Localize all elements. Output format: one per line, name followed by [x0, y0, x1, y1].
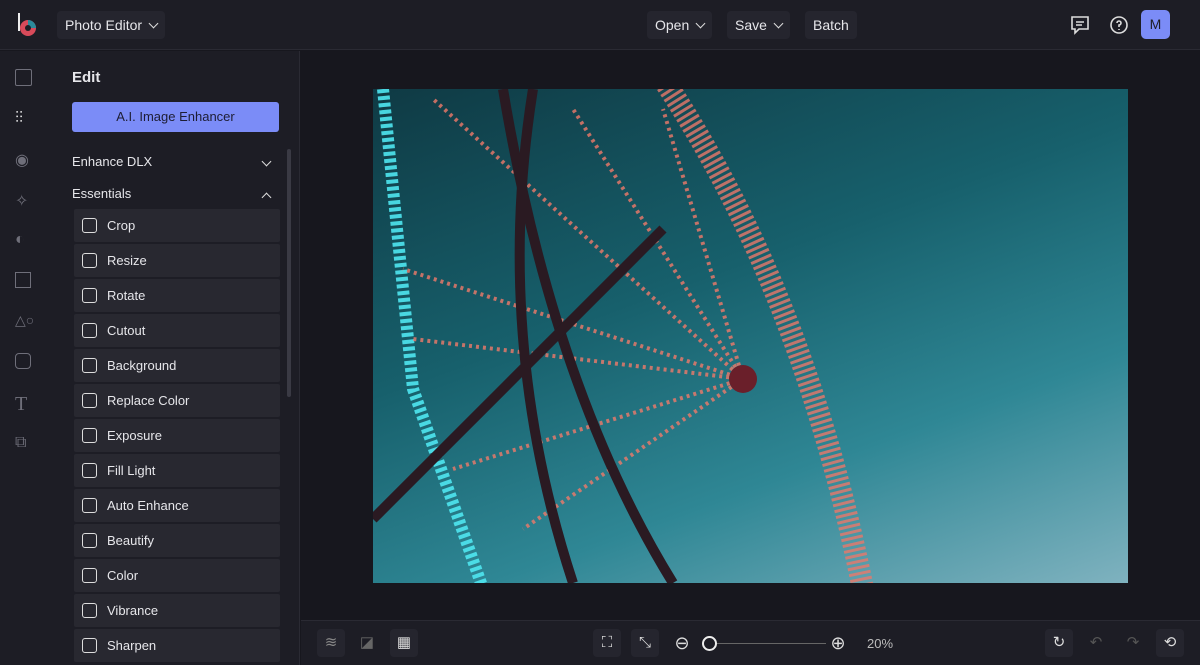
tool-item-auto-enhance[interactable]: Auto Enhance [74, 489, 280, 522]
zoom-in-icon[interactable]: ⊕ [824, 629, 852, 657]
ferris-wheel-photo [373, 89, 873, 583]
top-bar: Photo Editor Open Save Batch M [0, 0, 1200, 50]
tool-item-label: Replace Color [107, 393, 190, 408]
tool-item-label: Exposure [107, 428, 162, 443]
crop-icon [82, 218, 97, 233]
exposure-icon [82, 428, 97, 443]
app-menu-label: Photo Editor [65, 17, 143, 33]
image-icon[interactable] [15, 69, 32, 86]
app-menu-button[interactable]: Photo Editor [57, 11, 166, 39]
tool-item-label: Fill Light [107, 463, 156, 478]
bottom-toolbar: ≋ ◪ ▦ ⛶ ⤡ ⊖ ⊕ 20% ↻ ↶ ↷ ⟲ [301, 620, 1200, 665]
text-icon[interactable]: T [15, 393, 35, 415]
zoom-slider-handle[interactable] [702, 636, 717, 651]
panel-title: Edit [72, 69, 101, 86]
section-essentials[interactable]: Essentials [72, 186, 272, 203]
fit-screen-icon[interactable]: ⛶ [593, 629, 621, 657]
background-icon [82, 358, 97, 373]
vibrance-icon [82, 603, 97, 618]
help-icon[interactable] [1107, 13, 1131, 37]
panel-scrollbar[interactable] [287, 149, 291, 397]
tool-item-beautify[interactable]: Beautify [74, 524, 280, 557]
section-enhance-dlx[interactable]: Enhance DLX [72, 154, 272, 169]
auto-enhance-icon [82, 498, 97, 513]
zoom-out-icon[interactable]: ⊖ [668, 629, 696, 657]
grid-icon[interactable]: ▦ [390, 629, 418, 657]
tool-item-label: Beautify [107, 533, 154, 548]
history-icon[interactable]: ⟲ [1156, 629, 1184, 657]
rotate-icon [82, 288, 97, 303]
comment-icon[interactable] [1068, 13, 1092, 37]
chevron-down-icon [148, 18, 159, 29]
tool-item-label: Sharpen [107, 638, 157, 653]
open-label: Open [655, 17, 690, 33]
tool-item-label: Background [107, 358, 177, 373]
save-label: Save [735, 17, 767, 33]
actual-size-icon[interactable]: ⤡ [631, 629, 659, 657]
compare-icon[interactable]: ◪ [353, 629, 381, 657]
tool-item-rotate[interactable]: Rotate [74, 279, 280, 312]
refresh-icon[interactable]: ↻ [1045, 629, 1073, 657]
section-label: Enhance DLX [72, 154, 153, 169]
batch-button[interactable]: Batch [805, 11, 857, 39]
tool-item-label: Auto Enhance [107, 498, 189, 513]
avatar[interactable]: M [1141, 10, 1170, 39]
edit-panel: Edit A.I. Image Enhancer Enhance DLX Ess… [50, 51, 300, 665]
tool-item-fill-light[interactable]: Fill Light [74, 454, 280, 487]
tool-item-label: Cutout [107, 323, 146, 338]
fill-light-icon [82, 463, 97, 478]
redo-icon[interactable]: ↷ [1119, 629, 1147, 657]
section-label: Essentials [72, 186, 132, 201]
palette-icon[interactable]: ◐ [15, 231, 35, 251]
eye-icon[interactable]: ◉ [15, 150, 35, 170]
chevron-up-icon [261, 192, 272, 203]
tool-item-exposure[interactable]: Exposure [74, 419, 280, 452]
tool-item-label: Rotate [107, 288, 146, 303]
tool-item-sharpen[interactable]: Sharpen [74, 629, 280, 662]
replace-color-icon [82, 393, 97, 408]
chevron-down-icon [773, 18, 784, 29]
chevron-down-icon [695, 18, 706, 29]
photo-canvas[interactable] [373, 89, 1128, 583]
tool-item-crop[interactable]: Crop [74, 209, 280, 242]
overlay-icon[interactable] [15, 353, 31, 369]
open-button[interactable]: Open [647, 11, 713, 39]
save-button[interactable]: Save [727, 11, 790, 39]
cutout-icon [82, 323, 97, 338]
layers-icon[interactable]: ≋ [317, 629, 345, 657]
zoom-level: 20% [867, 636, 894, 651]
tool-item-replace-color[interactable]: Replace Color [74, 384, 280, 417]
sharpen-icon [82, 638, 97, 653]
app-logo[interactable] [15, 12, 41, 38]
color-icon [82, 568, 97, 583]
tool-rail: ⫶⫶ ◉ ✧ ◐ △○ T ⧉ [0, 51, 50, 665]
ai-image-enhancer-button[interactable]: A.I. Image Enhancer [72, 102, 279, 132]
sparkle-icon[interactable]: ✧ [15, 191, 35, 211]
tool-item-label: Resize [107, 253, 147, 268]
chevron-down-icon [261, 156, 272, 167]
tool-item-color[interactable]: Color [74, 559, 280, 592]
resize-icon [82, 253, 97, 268]
tool-item-background[interactable]: Background [74, 349, 280, 382]
tool-item-label: Vibrance [107, 603, 159, 618]
undo-icon[interactable]: ↶ [1082, 629, 1110, 657]
zoom-slider[interactable] [706, 643, 826, 644]
adjust-sliders-icon[interactable]: ⫶⫶ [15, 110, 35, 130]
tool-item-label: Color [107, 568, 139, 583]
beautify-icon [82, 533, 97, 548]
frame-icon[interactable] [15, 272, 31, 288]
shapes-icon[interactable]: △○ [15, 312, 35, 332]
layers-copy-icon[interactable]: ⧉ [15, 434, 35, 454]
tool-item-resize[interactable]: Resize [74, 244, 280, 277]
essentials-list: Crop Resize Rotate Cutout Background Replace … [74, 209, 280, 664]
tool-item-vibrance[interactable]: Vibrance [74, 594, 280, 627]
tool-item-label: Crop [107, 218, 136, 233]
tool-item-cutout[interactable]: Cutout [74, 314, 280, 347]
